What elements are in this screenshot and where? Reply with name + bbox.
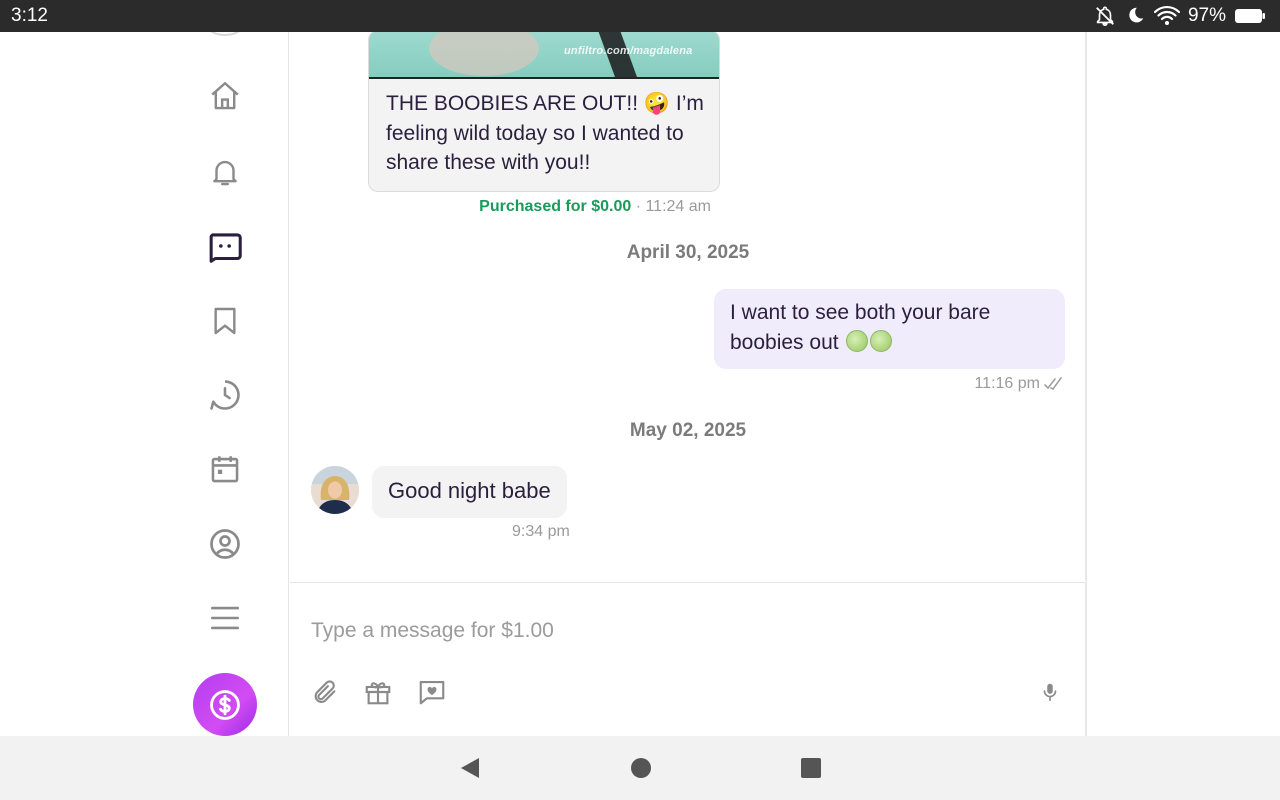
bookmark-icon: [214, 307, 236, 335]
user-icon: [210, 529, 240, 559]
gift-button[interactable]: [362, 676, 394, 708]
calendar-icon: [211, 456, 239, 483]
message-input[interactable]: [296, 591, 1080, 671]
recents-square-icon: [801, 758, 821, 778]
system-recents-button[interactable]: [799, 756, 823, 780]
incoming-message[interactable]: Good night babe: [372, 466, 567, 518]
sidebar-item-home[interactable]: [205, 76, 245, 116]
sidebar-item-messages[interactable]: [205, 226, 245, 266]
melon-emoji-icon: [846, 330, 869, 352]
media-message-meta: Purchased for $0.00 · 11:24 am: [479, 198, 711, 216]
notifications-off-icon: [1094, 5, 1116, 27]
right-gutter: [1086, 32, 1280, 736]
date-separator: April 30, 2025: [626, 242, 750, 263]
purchased-label: Purchased for $0.00: [479, 198, 632, 215]
gift-icon: [365, 682, 391, 705]
microphone-icon: [1043, 683, 1057, 702]
outgoing-message[interactable]: I want to see both your bare boobies out: [714, 289, 1065, 369]
message-heart-icon: [419, 680, 445, 705]
media-preview-image[interactable]: unfiltro.com/magdalena: [369, 32, 719, 79]
battery-icon: [1234, 7, 1266, 25]
message-composer: [290, 582, 1086, 736]
double-check-read-icon: [1044, 377, 1062, 391]
incoming-message-time: 9:34 pm: [512, 523, 570, 540]
clock-icon: [210, 380, 240, 410]
home-icon: [211, 82, 239, 110]
sidebar-item-menu[interactable]: [205, 598, 245, 638]
dollar-circle-icon: [210, 689, 240, 720]
status-time: 3:12: [11, 5, 48, 26]
media-message[interactable]: unfiltro.com/magdalena THE BOOBIES ARE O…: [368, 32, 720, 192]
battery-percent: 97%: [1187, 5, 1226, 26]
media-message-text: THE BOOBIES ARE OUT!! 🤪 I’m feeling wild…: [386, 92, 704, 174]
conversation-thread: unfiltro.com/magdalena THE BOOBIES ARE O…: [290, 32, 1086, 581]
wifi-icon: [1153, 5, 1180, 27]
melon-emoji-icon: [870, 330, 893, 352]
send-tip-button[interactable]: [193, 673, 257, 736]
media-message-time: 11:24 am: [645, 198, 711, 215]
sidebar-item-notifications[interactable]: [205, 152, 245, 192]
sidebar-nav: [0, 32, 289, 736]
do-not-disturb-moon-icon: [1124, 5, 1146, 27]
outgoing-message-time: 11:16 pm: [974, 375, 1040, 392]
paperclip-icon: [314, 680, 336, 703]
sidebar-item-bookmarks[interactable]: [205, 301, 245, 341]
voice-record-button[interactable]: [1034, 676, 1066, 708]
system-navigation-bar: [0, 736, 1280, 800]
chat-icon: [209, 233, 242, 263]
attach-button[interactable]: [309, 676, 341, 708]
hamburger-menu-icon: [210, 606, 240, 630]
sidebar-item-profile[interactable]: [205, 524, 245, 564]
media-watermark: unfiltro.com/magdalena: [564, 45, 693, 57]
home-circle-icon: [631, 758, 651, 778]
date-separator: May 02, 2025: [629, 420, 747, 441]
profile-avatar-partial[interactable]: [205, 32, 245, 36]
avatar[interactable]: [311, 466, 359, 514]
status-icons: 97%: [1094, 4, 1266, 28]
tip-message-button[interactable]: [416, 676, 448, 708]
back-icon: [461, 758, 479, 778]
bell-icon: [213, 160, 237, 186]
sidebar-item-calendar[interactable]: [205, 449, 245, 489]
sidebar-item-history[interactable]: [205, 375, 245, 415]
status-bar: 3:12 97%: [0, 0, 1280, 32]
outgoing-message-meta: 11:16 pm: [974, 375, 1064, 393]
system-back-button[interactable]: [458, 756, 482, 780]
meta-separator: ·: [631, 198, 646, 215]
system-home-button[interactable]: [629, 756, 653, 780]
